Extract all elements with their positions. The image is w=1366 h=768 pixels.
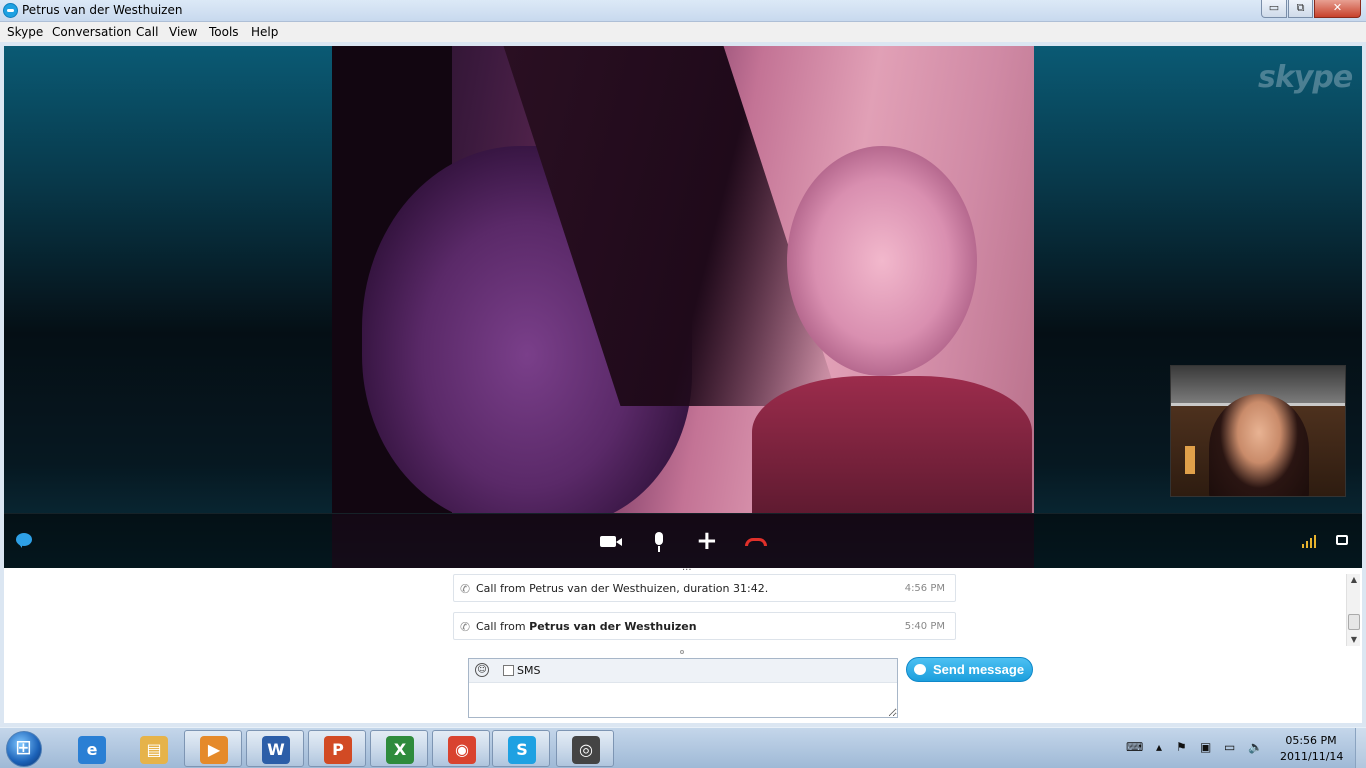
conversation-panel: ··· ✆ Call from Petrus van der Westhuize…	[4, 566, 1362, 723]
start-button[interactable]	[6, 731, 42, 767]
phone-icon: ✆	[460, 620, 471, 634]
message-composer: ☺ SMS	[468, 658, 898, 718]
window-title: Petrus van der Westhuizen	[22, 3, 183, 17]
chrome-icon: ◉	[448, 736, 476, 764]
taskbar-skype-button[interactable]: S	[492, 730, 550, 767]
title-bar: Petrus van der Westhuizen ▭ ⧉ ✕	[0, 0, 1366, 22]
media-player-icon: ▶	[200, 736, 228, 764]
message-input[interactable]	[469, 684, 897, 717]
signal-strength-icon[interactable]	[1302, 534, 1318, 548]
taskbar-excel-button[interactable]: X	[370, 730, 428, 767]
call-history-item: ✆ Call from Petrus van der Westhuizen 5:…	[453, 612, 956, 640]
video-call-area: skype +	[4, 46, 1362, 569]
microphone-icon[interactable]	[655, 532, 663, 552]
taskbar-chrome-button[interactable]: ◉	[432, 730, 490, 767]
taskbar-camera-button[interactable]: ◎	[556, 730, 614, 767]
fullscreen-icon[interactable]	[1336, 535, 1348, 545]
skype-icon: S	[508, 736, 536, 764]
minimize-button[interactable]: ▭	[1261, 0, 1287, 18]
sms-checkbox[interactable]	[503, 665, 514, 676]
windows-explorer-icon: ▤	[140, 736, 168, 764]
menu-skype[interactable]: Skype	[7, 25, 43, 39]
network-icon[interactable]: ▭	[1224, 740, 1235, 754]
volume-icon[interactable]: 🔈	[1248, 740, 1263, 754]
add-icon[interactable]: +	[696, 528, 718, 554]
video-camera-icon[interactable]	[600, 536, 616, 547]
system-tray: ⌨ ▴ ⚑ ▣ ▭ 🔈	[1120, 728, 1280, 768]
taskbar-internet-explorer-button[interactable]: e	[62, 730, 120, 767]
menu-bar: Skype Conversation Call View Tools Help	[0, 22, 1366, 42]
scroll-up-arrow-icon[interactable]: ▲	[1347, 574, 1361, 586]
call-time: 4:56 PM	[904, 583, 945, 594]
internet-explorer-icon: e	[78, 736, 106, 764]
history-scrollbar[interactable]: ▲ ▼	[1346, 574, 1360, 646]
action-center-flag-icon[interactable]: ⚑	[1176, 740, 1187, 754]
splitter-handle[interactable]	[680, 650, 684, 654]
powerpoint-icon: P	[324, 736, 352, 764]
taskbar: e ▤ ▶ W P X ◉ S ◎ ⌨ ▴ ⚑ ▣ ▭ 🔈 05:56 PM 2011/11/1…	[0, 727, 1366, 768]
skype-logo: skype	[1258, 60, 1353, 95]
call-history-item: ✆ Call from Petrus van der Westhuizen, d…	[453, 574, 956, 602]
menu-view[interactable]: View	[169, 25, 197, 39]
device-icon[interactable]: ▣	[1200, 740, 1211, 754]
show-desktop-button[interactable]	[1355, 728, 1366, 768]
scroll-thumb[interactable]	[1348, 614, 1360, 630]
close-button[interactable]: ✕	[1314, 0, 1361, 18]
show-hidden-icons-icon[interactable]: ▴	[1156, 740, 1162, 754]
menu-tools[interactable]: Tools	[209, 25, 239, 39]
menu-call[interactable]: Call	[136, 25, 158, 39]
skype-app-icon[interactable]	[3, 3, 18, 18]
call-controls-bar: +	[4, 513, 1362, 569]
taskbar-windows-explorer-button[interactable]: ▤	[124, 730, 182, 767]
hang-up-icon[interactable]	[745, 538, 767, 546]
self-video-preview[interactable]	[1170, 365, 1346, 497]
keyboard-icon[interactable]: ⌨	[1126, 740, 1143, 754]
taskbar-media-player-button[interactable]: ▶	[184, 730, 242, 767]
taskbar-word-button[interactable]: W	[246, 730, 304, 767]
chat-bubble-icon	[914, 664, 926, 675]
camera-icon: ◎	[572, 736, 600, 764]
taskbar-clock[interactable]: 05:56 PM 2011/11/14	[1280, 733, 1343, 765]
menu-conversation[interactable]: Conversation	[52, 25, 131, 39]
emoticon-icon[interactable]: ☺	[475, 663, 489, 677]
composer-toolbar: ☺ SMS	[469, 659, 897, 683]
word-icon: W	[262, 736, 290, 764]
sms-label: SMS	[517, 664, 541, 677]
scroll-down-arrow-icon[interactable]: ▼	[1347, 634, 1361, 646]
taskbar-powerpoint-button[interactable]: P	[308, 730, 366, 767]
excel-icon: X	[386, 736, 414, 764]
call-time: 5:40 PM	[904, 621, 945, 632]
remote-video-feed	[332, 46, 1034, 513]
chat-icon[interactable]	[16, 533, 32, 548]
menu-help[interactable]: Help	[251, 25, 278, 39]
restore-button[interactable]: ⧉	[1288, 0, 1313, 18]
phone-icon: ✆	[460, 582, 471, 596]
send-message-button[interactable]: Send message	[906, 657, 1033, 682]
